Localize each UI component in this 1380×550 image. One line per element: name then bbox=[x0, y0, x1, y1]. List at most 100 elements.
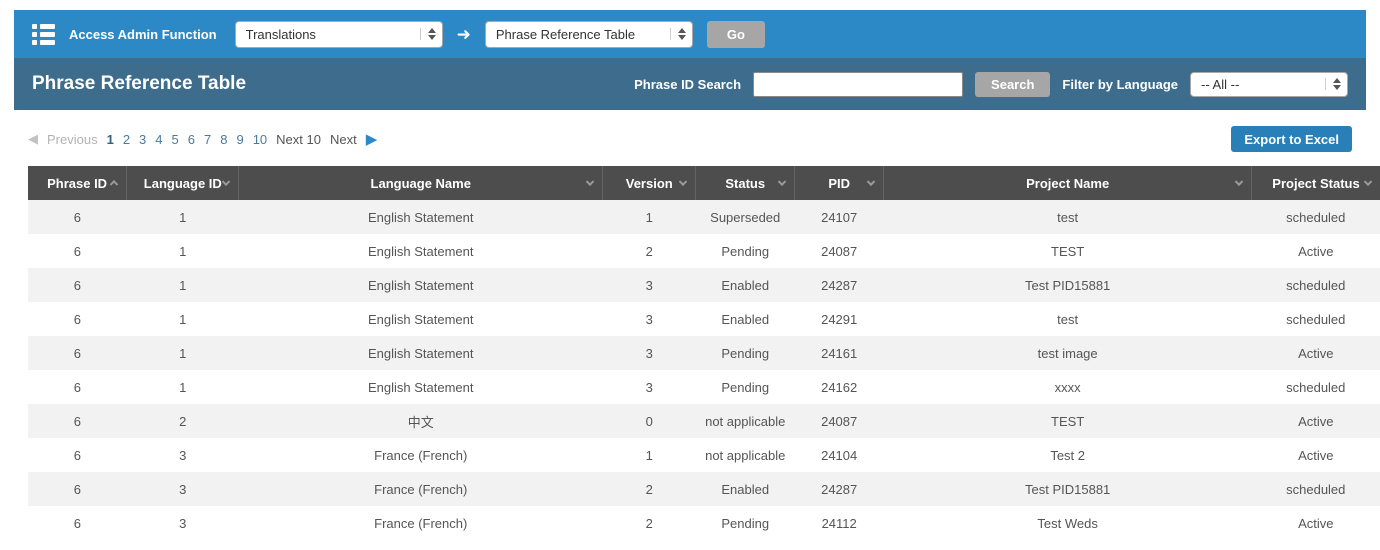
previous-link[interactable]: Previous bbox=[47, 132, 98, 147]
page-link[interactable]: 3 bbox=[139, 132, 146, 147]
table-cell: Test Weds bbox=[884, 506, 1252, 540]
table-cell: scheduled bbox=[1252, 200, 1380, 234]
table-cell: Pending bbox=[696, 506, 795, 540]
table-cell: Test 2 bbox=[884, 438, 1252, 472]
next-link[interactable]: Next bbox=[330, 132, 357, 147]
table-cell: scheduled bbox=[1252, 472, 1380, 506]
table-cell: English Statement bbox=[239, 302, 603, 336]
table-cell: 6 bbox=[28, 336, 127, 370]
column-header-label: Language Name bbox=[371, 176, 471, 191]
table-cell: France (French) bbox=[239, 472, 603, 506]
table-row: 61English Statement1Superseded24107tests… bbox=[28, 200, 1380, 234]
pagination-bar: ◀ Previous 123456789 10 Next 10 Next ▶ Ex… bbox=[28, 126, 1352, 152]
column-header-label: Language ID bbox=[144, 176, 222, 191]
sort-desc-icon bbox=[222, 178, 230, 186]
table-cell: 1 bbox=[127, 370, 239, 404]
table-cell: 6 bbox=[28, 370, 127, 404]
page-link[interactable]: 1 bbox=[107, 132, 114, 147]
table-cell: 24087 bbox=[795, 404, 884, 438]
table-cell: 6 bbox=[28, 302, 127, 336]
table-cell: 3 bbox=[603, 268, 696, 302]
arrow-right-icon: ➜ bbox=[457, 26, 471, 43]
table-cell: TEST bbox=[884, 234, 1252, 268]
page-link[interactable]: 6 bbox=[188, 132, 195, 147]
table-cell: Enabled bbox=[696, 268, 795, 302]
page-link[interactable]: 5 bbox=[172, 132, 179, 147]
page-link[interactable]: 9 bbox=[236, 132, 243, 147]
select-stepper-icon bbox=[420, 28, 436, 40]
table-cell: Pending bbox=[696, 370, 795, 404]
table-row: 63France (French)1not applicable24104Tes… bbox=[28, 438, 1380, 472]
go-button[interactable]: Go bbox=[707, 21, 765, 48]
table-cell: Active bbox=[1252, 506, 1380, 540]
search-button[interactable]: Search bbox=[975, 72, 1050, 97]
table-cell: 6 bbox=[28, 200, 127, 234]
language-filter-select[interactable]: -- All -- bbox=[1190, 72, 1348, 97]
table-cell: 中文 bbox=[239, 404, 603, 438]
table-cell: Pending bbox=[696, 336, 795, 370]
column-header-label: Phrase ID bbox=[47, 176, 107, 191]
table-cell: 1 bbox=[127, 302, 239, 336]
admin-topbar: Access Admin Function Translations ➜ Phr… bbox=[14, 10, 1366, 58]
page-title: Phrase Reference Table bbox=[32, 73, 246, 95]
export-to-excel-button[interactable]: Export to Excel bbox=[1231, 126, 1352, 152]
table-cell: Pending bbox=[696, 234, 795, 268]
table-cell: 1 bbox=[127, 234, 239, 268]
table-cell: 6 bbox=[28, 472, 127, 506]
table-cell: Test PID15881 bbox=[884, 472, 1252, 506]
page-link[interactable]: 4 bbox=[155, 132, 162, 147]
language-filter-select-value: -- All -- bbox=[1201, 77, 1315, 92]
page-link[interactable]: 7 bbox=[204, 132, 211, 147]
sort-desc-icon bbox=[586, 178, 594, 186]
column-header[interactable]: Status bbox=[696, 166, 795, 200]
table-cell: 2 bbox=[603, 506, 696, 540]
table-cell: 1 bbox=[603, 438, 696, 472]
next-10-link[interactable]: Next 10 bbox=[276, 132, 321, 147]
phrase-id-search-label: Phrase ID Search bbox=[634, 77, 741, 92]
select-stepper-icon bbox=[670, 28, 686, 40]
column-header-label: Status bbox=[725, 176, 765, 191]
phrase-id-search-input[interactable] bbox=[753, 72, 963, 97]
column-header[interactable]: Language ID bbox=[127, 166, 239, 200]
table-cell: 24087 bbox=[795, 234, 884, 268]
table-cell: 3 bbox=[127, 472, 239, 506]
table-cell: 3 bbox=[603, 370, 696, 404]
pagination-pages: 123456789 10 bbox=[107, 132, 268, 147]
table-cell: France (French) bbox=[239, 506, 603, 540]
previous-arrow-icon[interactable]: ◀ bbox=[28, 131, 38, 147]
table-cell: English Statement bbox=[239, 336, 603, 370]
column-header[interactable]: PID bbox=[795, 166, 884, 200]
column-header[interactable]: Version bbox=[603, 166, 696, 200]
table-cell: Test PID15881 bbox=[884, 268, 1252, 302]
column-header[interactable]: Project Status bbox=[1252, 166, 1380, 200]
table-cell: English Statement bbox=[239, 370, 603, 404]
table-cell: English Statement bbox=[239, 234, 603, 268]
column-header[interactable]: Phrase ID bbox=[28, 166, 127, 200]
table-row: 61English Statement3Pending24161test ima… bbox=[28, 336, 1380, 370]
sort-desc-icon bbox=[1364, 178, 1372, 186]
admin-function-select-value: Translations bbox=[246, 27, 410, 42]
column-header-label: Version bbox=[626, 176, 673, 191]
sort-desc-icon bbox=[778, 178, 786, 186]
table-cell: 1 bbox=[127, 200, 239, 234]
column-header[interactable]: Language Name bbox=[239, 166, 603, 200]
next-arrow-icon[interactable]: ▶ bbox=[366, 130, 378, 148]
table-cell: test bbox=[884, 200, 1252, 234]
page-link[interactable]: 8 bbox=[220, 132, 227, 147]
table-row: 61English Statement3Enabled24291testsche… bbox=[28, 302, 1380, 336]
table-row: 63France (French)2Enabled24287Test PID15… bbox=[28, 472, 1380, 506]
column-header[interactable]: Project Name bbox=[884, 166, 1252, 200]
table-cell: 24162 bbox=[795, 370, 884, 404]
table-cell: 6 bbox=[28, 438, 127, 472]
column-header-label: Project Status bbox=[1272, 176, 1359, 191]
admin-function-select[interactable]: Translations bbox=[235, 21, 443, 48]
admin-page-select[interactable]: Phrase Reference Table bbox=[485, 21, 693, 48]
sort-desc-icon bbox=[679, 178, 687, 186]
admin-page-select-value: Phrase Reference Table bbox=[496, 27, 660, 42]
page-link[interactable]: 10 bbox=[253, 132, 267, 147]
table-cell: 6 bbox=[28, 404, 127, 438]
menu-grid-icon[interactable] bbox=[32, 24, 55, 45]
page-link[interactable]: 2 bbox=[123, 132, 130, 147]
column-header-label: PID bbox=[828, 176, 850, 191]
table-cell: not applicable bbox=[696, 438, 795, 472]
